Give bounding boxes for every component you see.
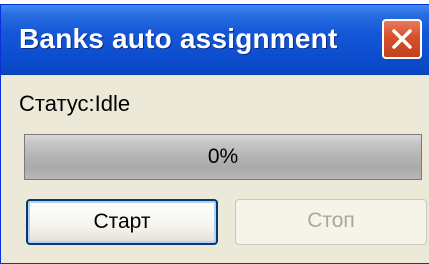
status-label: Статус:Idle <box>19 91 131 116</box>
dialog-window: Banks auto assignment Статус:Idle 0% Ста… <box>0 4 429 264</box>
stop-button[interactable]: Стоп <box>235 199 427 245</box>
progress-bar: 0% <box>24 134 422 180</box>
progress-text: 0% <box>207 145 239 168</box>
title-bar[interactable]: Banks auto assignment <box>1 5 429 75</box>
close-icon <box>392 29 412 49</box>
window-title: Banks auto assignment <box>19 23 338 54</box>
close-button[interactable] <box>382 19 422 59</box>
start-button[interactable]: Старт <box>26 199 218 245</box>
